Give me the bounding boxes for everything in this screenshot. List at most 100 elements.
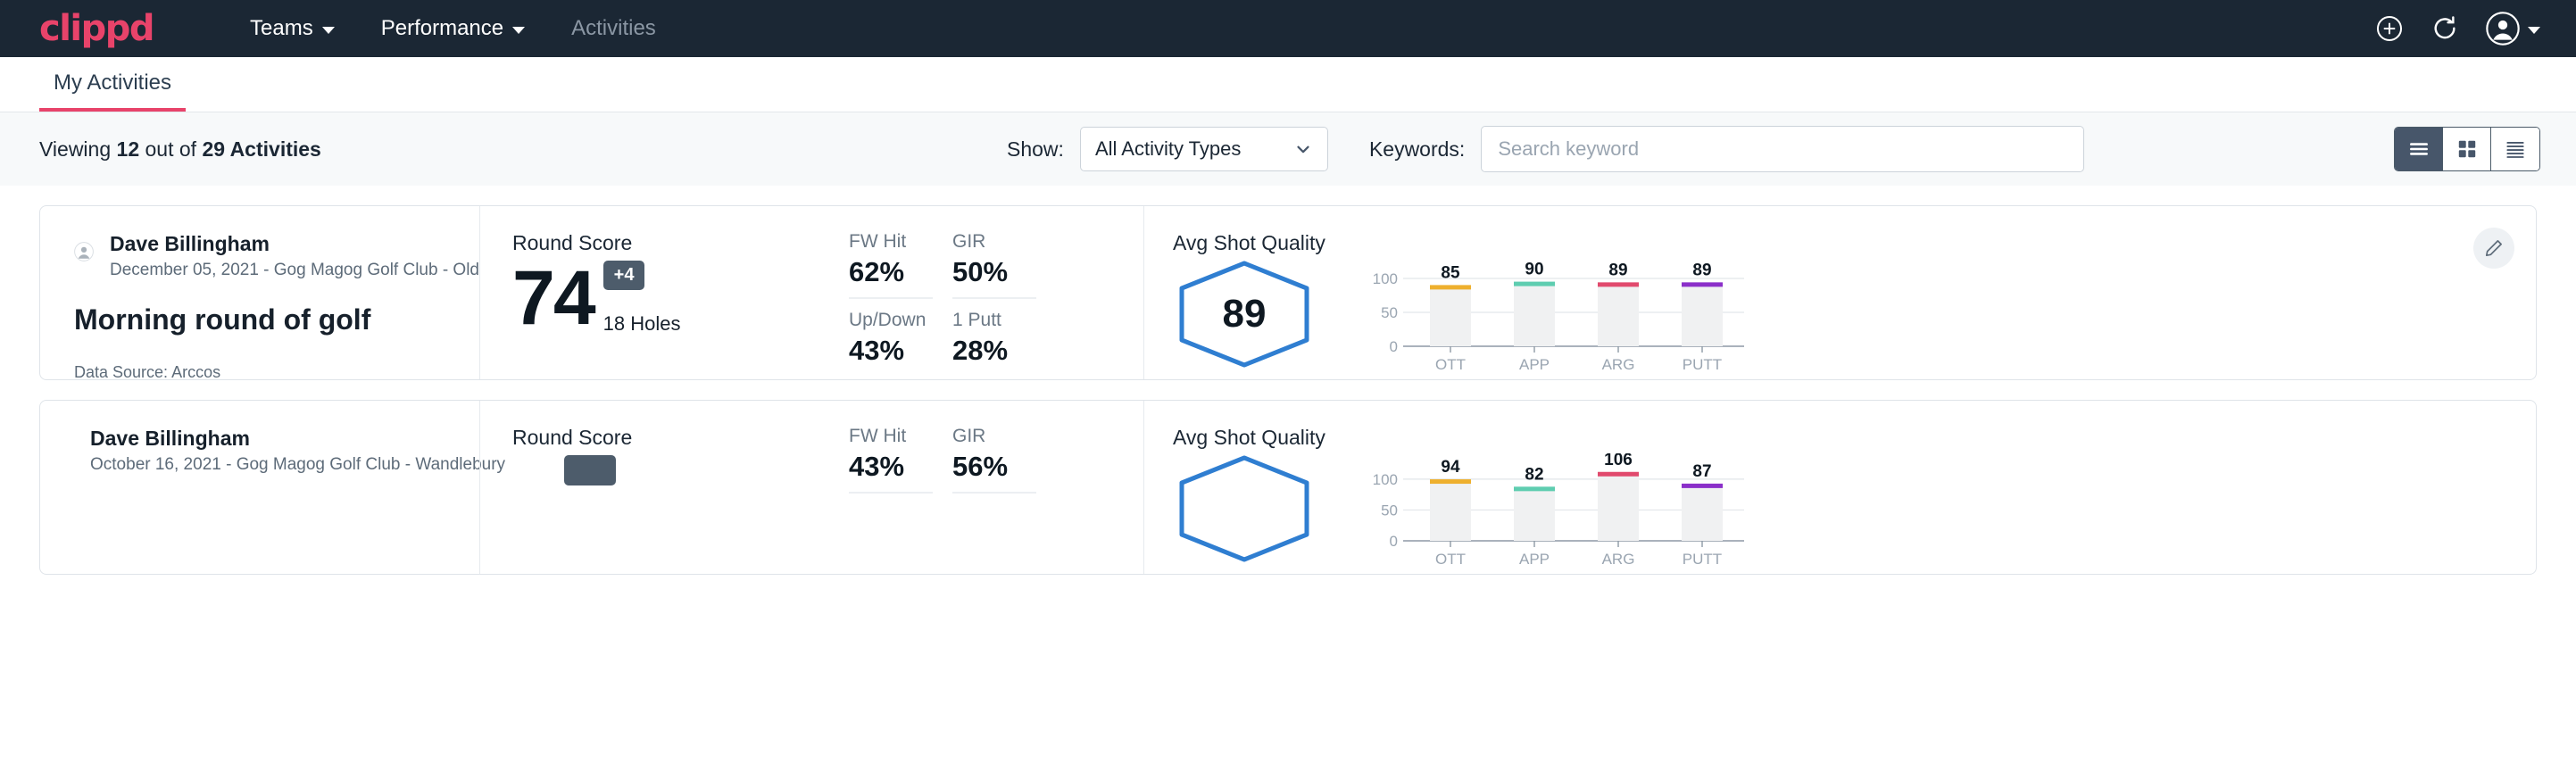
stat-up-down: Up/Down 43% — [849, 310, 933, 376]
avg-shot-quality-section: Avg Shot Quality 05010094OTT82APP106ARG8… — [1143, 401, 2536, 574]
round-stats: FW Hit 43% GIR 56% — [849, 401, 1143, 574]
filter-toolbar: Viewing 12 out of 29 Activities Show: Al… — [0, 112, 2576, 186]
activity-list: Dave Billingham December 05, 2021 - Gog … — [0, 205, 2576, 575]
tab-my-activities[interactable]: My Activities — [39, 71, 186, 112]
svg-text:APP: APP — [1519, 551, 1550, 568]
shot-quality-chart: 05010094OTT82APP106ARG87PUTT — [1369, 453, 1744, 568]
svg-text:100: 100 — [1373, 471, 1398, 488]
round-score-section: Round Score — [479, 401, 849, 574]
player-name: Dave Billingham — [110, 231, 479, 257]
svg-text:0: 0 — [1390, 338, 1398, 355]
svg-text:50: 50 — [1381, 502, 1398, 519]
stat-value: 43% — [849, 335, 933, 367]
chevron-down-icon — [512, 27, 525, 34]
stat-value: 43% — [849, 451, 933, 483]
svg-text:100: 100 — [1373, 270, 1398, 287]
stat-one-putt: 1 Putt 28% — [952, 310, 1036, 376]
activity-info: Dave Billingham October 16, 2021 - Gog M… — [40, 401, 479, 574]
avatar — [74, 231, 94, 272]
bar-chart: 05010085OTT90APP89ARG89PUTT — [1369, 259, 1744, 373]
svg-text:ARG: ARG — [1602, 551, 1635, 568]
nav-label-performance: Performance — [381, 16, 503, 41]
viewing-total: 29 Activities — [202, 137, 320, 161]
svg-text:94: 94 — [1441, 458, 1460, 477]
svg-text:106: 106 — [1604, 453, 1633, 469]
grid-icon — [2456, 137, 2479, 161]
activity-info: Dave Billingham December 05, 2021 - Gog … — [40, 206, 479, 379]
shot-quality-hexagon — [1173, 453, 1316, 564]
bar-chart: 05010094OTT82APP106ARG87PUTT — [1369, 453, 1744, 568]
viewing-mid: out of — [139, 137, 202, 161]
refresh-icon[interactable] — [2430, 13, 2460, 44]
stat-gir: GIR 56% — [952, 426, 1036, 494]
chevron-down-icon — [322, 27, 335, 34]
pencil-icon — [2483, 237, 2505, 259]
activity-title: Morning round of golf — [74, 303, 479, 336]
stat-value: 62% — [849, 256, 933, 288]
svg-text:0: 0 — [1390, 533, 1398, 550]
score-differential-badge — [564, 455, 616, 485]
compact-list-icon — [2504, 137, 2527, 161]
svg-text:50: 50 — [1381, 304, 1398, 321]
svg-text:90: 90 — [1525, 261, 1543, 279]
viewing-count: 12 — [117, 137, 140, 161]
holes-played: 18 Holes — [603, 312, 681, 336]
app-header: clippd Teams Performance Activities — [0, 0, 2576, 57]
svg-text:OTT: OTT — [1435, 356, 1466, 373]
svg-text:89: 89 — [1692, 261, 1711, 279]
nav-item-teams[interactable]: Teams — [227, 16, 358, 41]
round-score-section: Round Score 74 +4 18 Holes — [479, 206, 849, 379]
svg-text:PUTT: PUTT — [1683, 551, 1722, 568]
compact-view-button[interactable] — [2491, 128, 2539, 170]
list-view-button[interactable] — [2395, 128, 2443, 170]
chevron-down-icon — [1293, 139, 1313, 159]
edit-activity-button[interactable] — [2473, 228, 2514, 269]
avg-shot-quality-label: Avg Shot Quality — [1173, 231, 2536, 255]
activity-type-select[interactable]: All Activity Types — [1080, 127, 1328, 171]
activity-meta: October 16, 2021 - Gog Magog Golf Club -… — [90, 455, 505, 475]
stat-label: Up/Down — [849, 310, 933, 331]
player-block: Dave Billingham December 05, 2021 - Gog … — [74, 231, 479, 280]
svg-text:PUTT: PUTT — [1683, 356, 1722, 373]
stat-label: 1 Putt — [952, 310, 1036, 331]
score-differential-badge: +4 — [603, 261, 645, 290]
grid-view-button[interactable] — [2443, 128, 2491, 170]
round-score-label: Round Score — [512, 426, 849, 450]
avg-shot-quality-label: Avg Shot Quality — [1173, 426, 2536, 450]
svg-text:APP: APP — [1519, 356, 1550, 373]
activity-source: Data Source: Arccos — [74, 363, 479, 382]
account-menu[interactable] — [2485, 11, 2540, 46]
main-nav: Teams Performance Activities — [227, 16, 679, 41]
stat-label: FW Hit — [849, 231, 933, 253]
stat-label: FW Hit — [849, 426, 933, 447]
activity-card[interactable]: Dave Billingham December 05, 2021 - Gog … — [39, 205, 2537, 380]
avg-shot-quality-section: Avg Shot Quality 89 05010085OTT90APP89AR… — [1143, 206, 2536, 379]
list-icon — [2407, 137, 2431, 161]
svg-text:89: 89 — [1608, 261, 1627, 279]
nav-label-teams: Teams — [250, 16, 313, 41]
viewing-prefix: Viewing — [39, 137, 117, 161]
stat-value: 50% — [952, 256, 1036, 288]
shot-quality-hexagon: 89 — [1173, 259, 1316, 369]
stat-label: GIR — [952, 231, 1036, 253]
svg-text:87: 87 — [1692, 462, 1711, 481]
round-score-value: 74 — [512, 262, 594, 336]
shot-quality-value: 89 — [1173, 259, 1316, 369]
activity-type-value: All Activity Types — [1095, 137, 1241, 161]
show-label: Show: — [1007, 137, 1064, 162]
view-toggle-group — [2394, 127, 2540, 171]
search-input[interactable] — [1481, 126, 2084, 172]
stat-fw-hit: FW Hit 43% — [849, 426, 933, 494]
hexagon-icon — [1173, 453, 1316, 564]
clippd-logo[interactable]: clippd — [39, 11, 154, 46]
svg-text:ARG: ARG — [1602, 356, 1635, 373]
nav-item-activities[interactable]: Activities — [548, 16, 679, 41]
plus-circle-icon[interactable] — [2374, 13, 2405, 44]
keywords-label: Keywords: — [1369, 137, 1465, 162]
account-circle-icon — [2485, 11, 2521, 46]
activity-card[interactable]: Dave Billingham October 16, 2021 - Gog M… — [39, 400, 2537, 575]
tab-strip: My Activities — [0, 57, 2576, 112]
nav-item-performance[interactable]: Performance — [358, 16, 548, 41]
player-block: Dave Billingham October 16, 2021 - Gog M… — [74, 426, 479, 475]
viewing-count-text: Viewing 12 out of 29 Activities — [39, 137, 321, 162]
